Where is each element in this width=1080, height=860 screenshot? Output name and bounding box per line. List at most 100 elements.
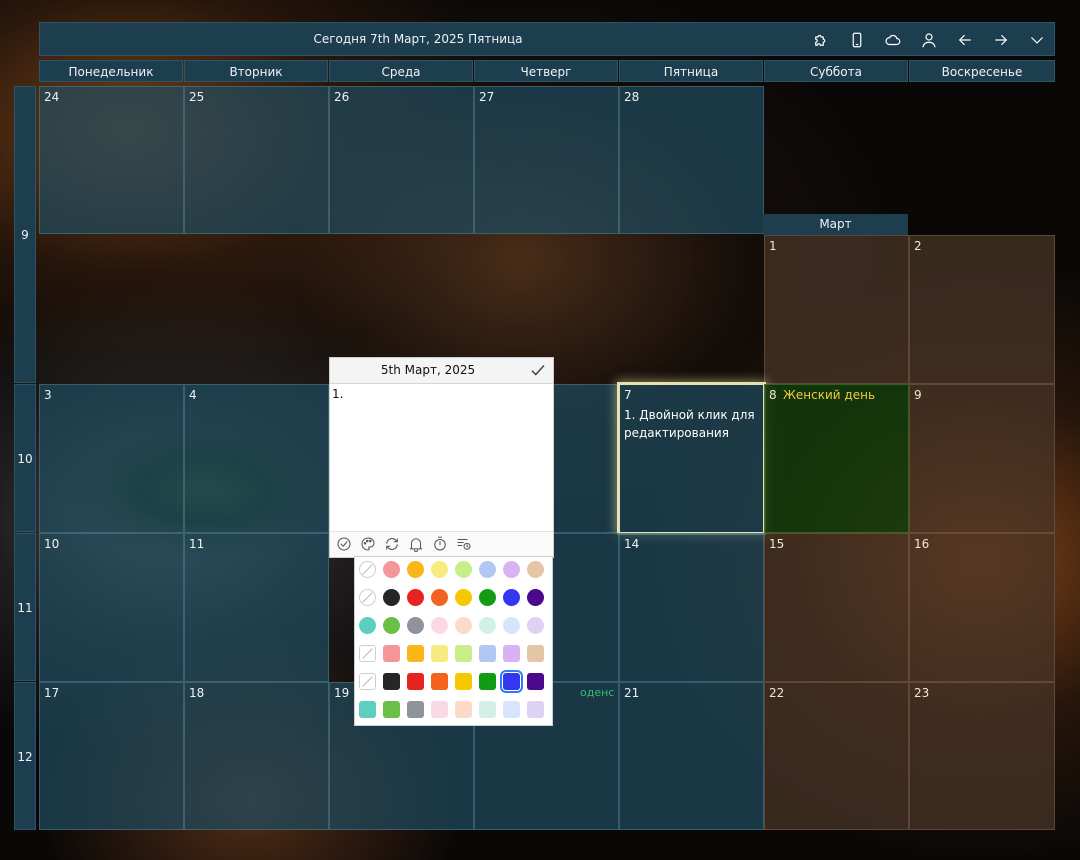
color-swatch-square[interactable] bbox=[431, 701, 448, 718]
day-cell[interactable]: 27 bbox=[474, 86, 619, 234]
no-color-icon[interactable] bbox=[359, 645, 376, 662]
color-swatch-square[interactable] bbox=[527, 645, 544, 662]
day-number: 25 bbox=[189, 90, 205, 104]
color-swatch[interactable] bbox=[383, 617, 400, 634]
day-cell-holiday[interactable]: 8 Женский день bbox=[764, 384, 909, 533]
bell-icon[interactable] bbox=[407, 535, 427, 555]
phone-icon[interactable] bbox=[846, 29, 868, 51]
color-swatch-square[interactable] bbox=[455, 701, 472, 718]
weekday-thursday: Четверг bbox=[474, 60, 618, 82]
color-swatch-square[interactable] bbox=[431, 645, 448, 662]
color-swatch[interactable] bbox=[503, 589, 520, 606]
day-cell[interactable]: 3 bbox=[39, 384, 184, 533]
cloud-icon[interactable] bbox=[882, 29, 904, 51]
color-swatch-square[interactable] bbox=[431, 673, 448, 690]
weekday-sunday: Воскресенье bbox=[909, 60, 1055, 82]
today-title[interactable]: Сегодня 7th Март, 2025 Пятница bbox=[40, 23, 796, 55]
day-number: 7 bbox=[624, 388, 632, 402]
color-swatch[interactable] bbox=[527, 617, 544, 634]
color-swatch-square[interactable] bbox=[407, 645, 424, 662]
color-swatch-square[interactable] bbox=[455, 673, 472, 690]
day-cell[interactable]: 21 bbox=[619, 682, 764, 830]
no-color-icon[interactable] bbox=[359, 673, 376, 690]
timer-icon[interactable] bbox=[431, 535, 451, 555]
day-cell[interactable]: 24 bbox=[39, 86, 184, 234]
color-swatch[interactable] bbox=[503, 617, 520, 634]
day-cell[interactable]: 26 bbox=[329, 86, 474, 234]
day-cell[interactable]: 15 bbox=[764, 533, 909, 682]
color-swatch[interactable] bbox=[431, 617, 448, 634]
no-color-icon[interactable] bbox=[359, 561, 376, 578]
color-swatch[interactable] bbox=[407, 561, 424, 578]
color-swatch-square[interactable] bbox=[527, 673, 544, 690]
day-cell[interactable]: 16 bbox=[909, 533, 1055, 682]
color-swatch[interactable] bbox=[503, 561, 520, 578]
color-swatch[interactable] bbox=[527, 561, 544, 578]
color-swatch-square[interactable] bbox=[527, 701, 544, 718]
done-circle-icon[interactable] bbox=[335, 535, 355, 555]
color-swatch[interactable] bbox=[407, 589, 424, 606]
day-cell[interactable]: 23 bbox=[909, 682, 1055, 830]
color-swatch-square[interactable] bbox=[407, 673, 424, 690]
no-color-icon[interactable] bbox=[359, 589, 376, 606]
week-label-10: 10 bbox=[14, 384, 36, 532]
repeat-icon[interactable] bbox=[383, 535, 403, 555]
palette-icon[interactable] bbox=[359, 535, 379, 555]
color-swatch[interactable] bbox=[479, 561, 496, 578]
event-note[interactable]: 1. Двойной клик для редактирования bbox=[624, 406, 759, 442]
month-label: Март bbox=[763, 214, 908, 235]
color-swatch-square[interactable] bbox=[455, 645, 472, 662]
color-swatch[interactable] bbox=[455, 561, 472, 578]
day-cell[interactable]: 14 bbox=[619, 533, 764, 682]
day-cell[interactable]: 4 bbox=[184, 384, 329, 533]
day-number: 22 bbox=[769, 686, 785, 700]
color-swatch-square[interactable] bbox=[383, 645, 400, 662]
color-swatch-square[interactable] bbox=[359, 701, 376, 718]
color-swatch-square[interactable] bbox=[383, 701, 400, 718]
check-icon[interactable] bbox=[529, 361, 549, 381]
weekday-tuesday: Вторник bbox=[184, 60, 328, 82]
color-swatch[interactable] bbox=[383, 589, 400, 606]
color-swatch-square[interactable] bbox=[479, 645, 496, 662]
color-swatch[interactable] bbox=[455, 617, 472, 634]
day-number: 15 bbox=[769, 537, 785, 551]
color-swatch[interactable] bbox=[431, 561, 448, 578]
color-swatch[interactable] bbox=[479, 589, 496, 606]
day-cell[interactable]: 10 bbox=[39, 533, 184, 682]
color-swatch[interactable] bbox=[431, 589, 448, 606]
color-swatch[interactable] bbox=[407, 617, 424, 634]
day-cell[interactable]: 17 bbox=[39, 682, 184, 830]
color-swatch-square[interactable] bbox=[479, 701, 496, 718]
color-swatch[interactable] bbox=[455, 589, 472, 606]
day-cell-today[interactable]: 7 1. Двойной клик для редактирования bbox=[619, 384, 764, 533]
day-cell[interactable]: 28 bbox=[619, 86, 764, 234]
day-number: 4 bbox=[189, 388, 197, 402]
color-swatch[interactable] bbox=[527, 589, 544, 606]
editor-header: 5th Март, 2025 bbox=[330, 358, 553, 384]
arrow-left-icon[interactable] bbox=[954, 29, 976, 51]
color-swatch-square[interactable] bbox=[383, 673, 400, 690]
day-cell[interactable]: 9 bbox=[909, 384, 1055, 533]
day-cell[interactable]: 1 bbox=[764, 235, 909, 384]
day-cell[interactable]: 25 bbox=[184, 86, 329, 234]
chevron-down-icon[interactable] bbox=[1026, 29, 1048, 51]
color-swatch-square[interactable] bbox=[407, 701, 424, 718]
color-swatch[interactable] bbox=[359, 617, 376, 634]
schedule-list-icon[interactable] bbox=[455, 535, 475, 555]
user-icon[interactable] bbox=[918, 29, 940, 51]
color-swatch[interactable] bbox=[479, 617, 496, 634]
color-swatch-square[interactable] bbox=[503, 645, 520, 662]
puzzle-icon[interactable] bbox=[810, 29, 832, 51]
arrow-right-icon[interactable] bbox=[990, 29, 1012, 51]
day-cell[interactable]: 2 bbox=[909, 235, 1055, 384]
color-swatch[interactable] bbox=[383, 561, 400, 578]
color-swatch-square[interactable] bbox=[503, 701, 520, 718]
day-number: 24 bbox=[44, 90, 60, 104]
day-cell[interactable]: 22 bbox=[764, 682, 909, 830]
color-swatch-square[interactable] bbox=[479, 673, 496, 690]
color-swatch-square[interactable] bbox=[500, 670, 523, 693]
holiday-label: Женский день bbox=[783, 388, 876, 402]
note-textarea[interactable]: 1. bbox=[332, 387, 343, 401]
day-cell[interactable]: 18 bbox=[184, 682, 329, 830]
day-cell[interactable]: 11 bbox=[184, 533, 329, 682]
